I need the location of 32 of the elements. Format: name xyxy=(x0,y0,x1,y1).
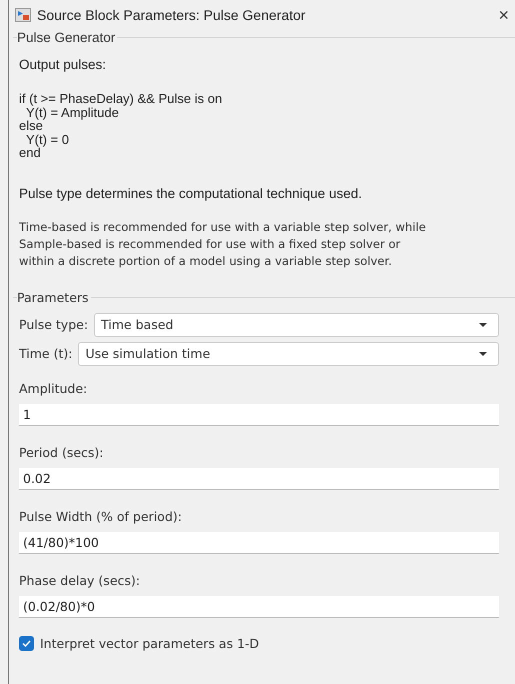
field-label: Amplitude: xyxy=(19,380,88,396)
field-label: Period (secs): xyxy=(19,444,104,460)
heading: Output pulses: xyxy=(19,57,108,72)
group-title: Pulse Generator xyxy=(17,30,116,45)
checkbox-label: Interpret vector parameters as 1-D xyxy=(40,636,260,650)
code-line: else xyxy=(19,119,44,132)
code-line: if (t >= PhaseDelay) && Pulse is on xyxy=(19,92,224,106)
dropdown[interactable]: Use simulation time xyxy=(78,342,499,366)
window-title: Source Block Parameters: Pulse Generator xyxy=(37,7,306,23)
dropdown[interactable]: Time based xyxy=(94,312,499,336)
description-text: Time-based is recommended for use with a variable step solver, while xyxy=(19,218,427,236)
caret-icon xyxy=(478,350,488,356)
description-text: Pulse type determines the computational technique used. xyxy=(19,186,363,200)
field-label: Pulse type: xyxy=(19,317,88,332)
field-label: Pulse Width (% of period): xyxy=(19,508,182,524)
field-label: Time (t): xyxy=(19,346,72,361)
description-text: within a discrete portion of a model using a variable step solver. xyxy=(19,252,393,270)
caret-icon xyxy=(478,322,488,328)
field-label: Phase delay (secs): xyxy=(19,572,140,588)
input-field[interactable]: 1 xyxy=(19,404,499,426)
code-line: Y(t) = 0 xyxy=(26,132,70,146)
block-icon xyxy=(15,8,31,22)
description-text: Sample-based is recommended for use with a fixed step solver or xyxy=(19,236,402,252)
code-line: end xyxy=(19,146,41,160)
checkbox[interactable] xyxy=(19,636,34,650)
check-icon xyxy=(22,640,31,646)
code-line: Y(t) = Amplitude xyxy=(26,106,119,119)
input-field[interactable]: (41/80)*100 xyxy=(19,532,499,554)
group-title: Parameters xyxy=(17,290,90,304)
input-field[interactable]: (0.02/80)*0 xyxy=(19,596,499,618)
close-button[interactable]: × xyxy=(498,6,509,24)
input-field[interactable]: 0.02 xyxy=(19,468,499,490)
